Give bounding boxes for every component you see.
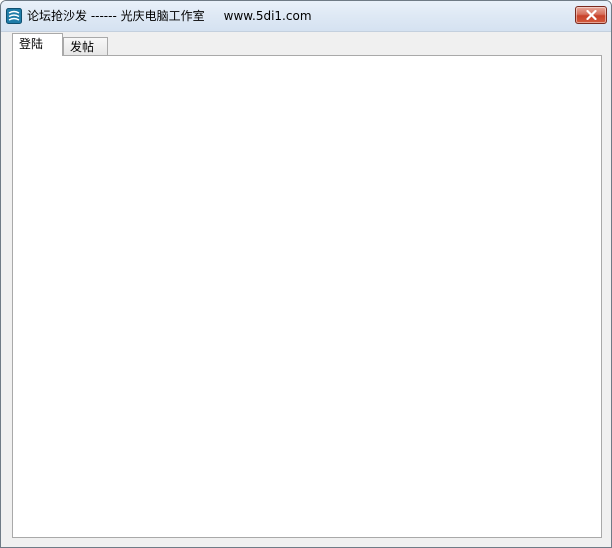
close-button[interactable]	[575, 6, 607, 24]
tab-login[interactable]: 登陆	[12, 33, 63, 56]
app-icon	[6, 8, 22, 24]
title-bar[interactable]: 论坛抢沙发 ------ 光庆电脑工作室 www.5di1.com	[1, 1, 611, 32]
tab-content-panel	[12, 55, 602, 538]
tab-post[interactable]: 发帖	[63, 37, 108, 56]
main-window: 论坛抢沙发 ------ 光庆电脑工作室 www.5di1.com 登陆 发帖	[0, 0, 612, 548]
window-title: 论坛抢沙发 ------ 光庆电脑工作室 www.5di1.com	[27, 9, 312, 23]
